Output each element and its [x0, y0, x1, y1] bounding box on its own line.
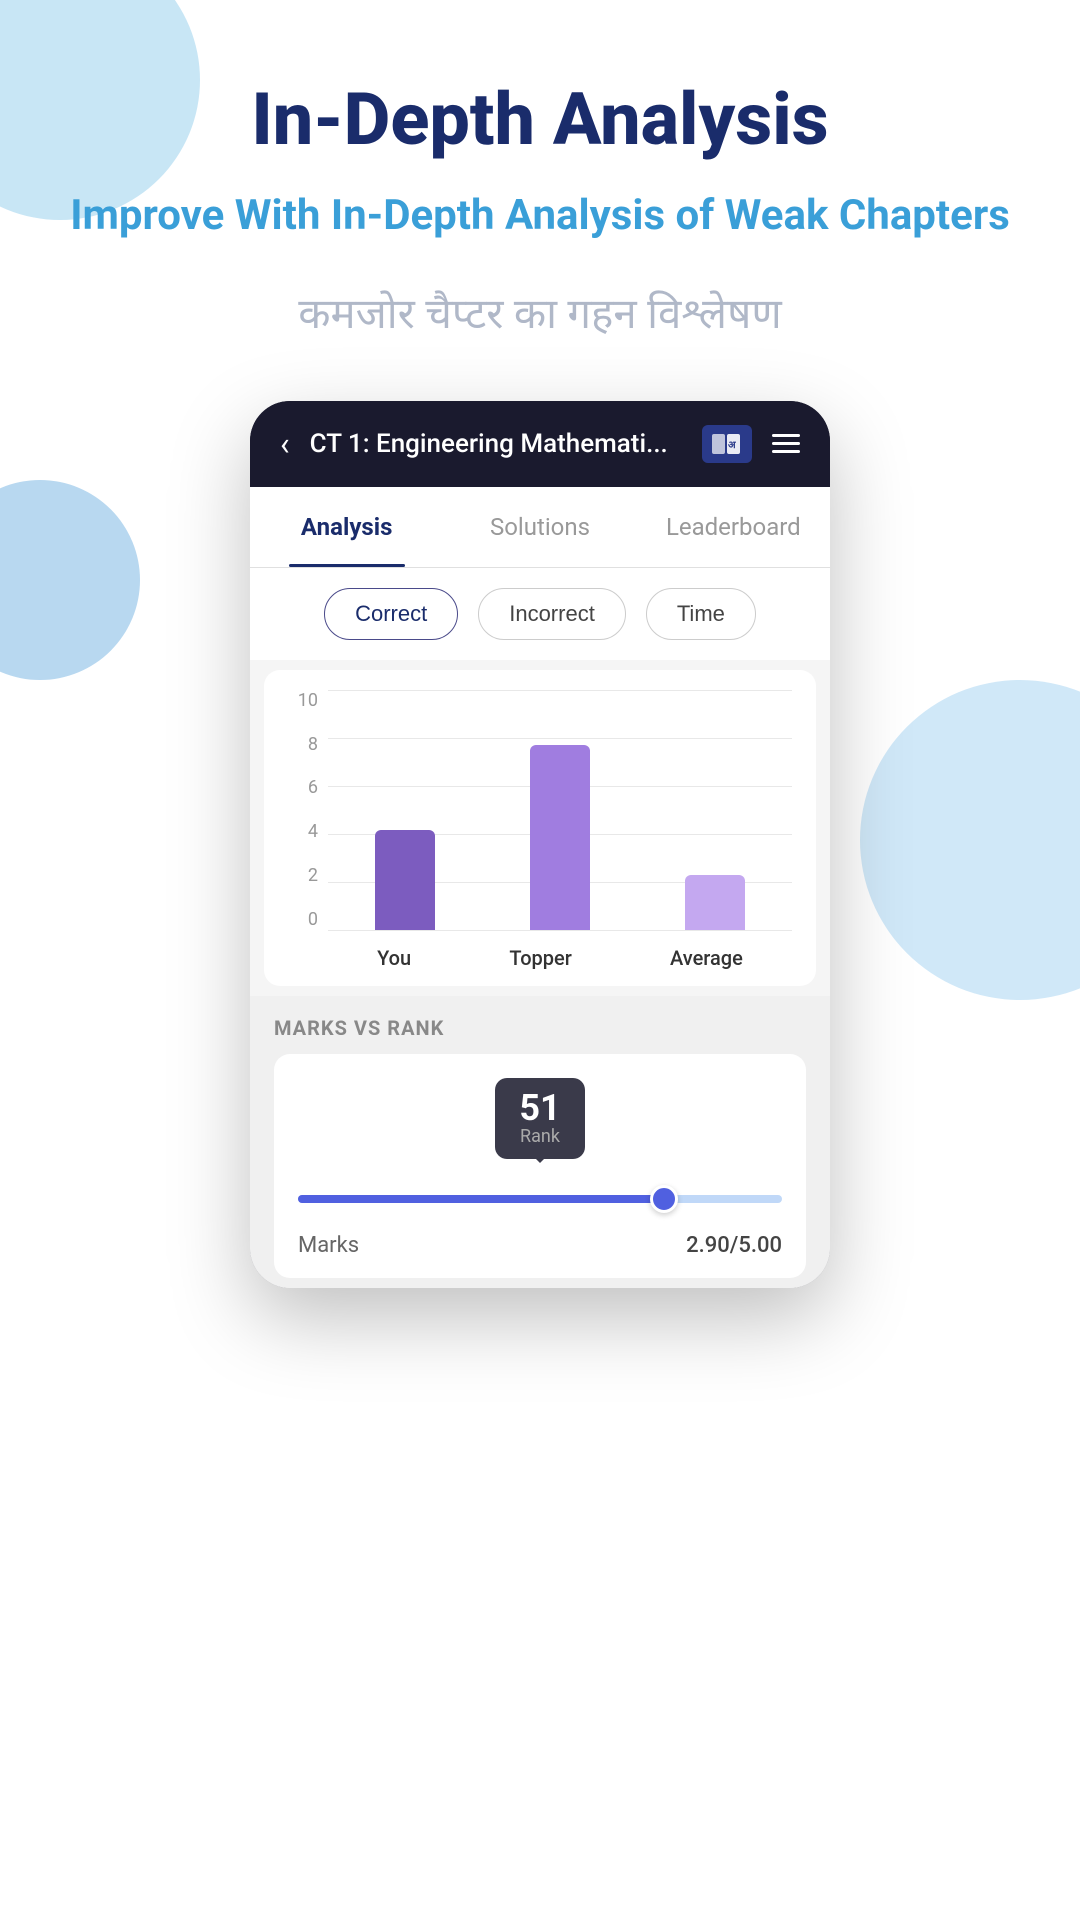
bar-group-average — [685, 875, 745, 930]
x-label-topper: Topper — [509, 946, 571, 970]
main-title: In-Depth Analysis — [251, 80, 828, 159]
x-labels: You Topper Average — [328, 946, 792, 970]
slider-wrapper — [298, 1175, 782, 1233]
slider-fill — [298, 1195, 666, 1203]
tab-leaderboard[interactable]: Leaderboard — [637, 487, 830, 567]
y-axis: 10 8 6 4 2 0 — [288, 690, 318, 930]
x-label-average: Average — [670, 946, 743, 970]
tab-analysis[interactable]: Analysis — [250, 487, 443, 567]
marks-value: 2.90/5.00 — [686, 1233, 782, 1258]
marks-rank-card: 51 Rank Marks 2.90/5.00 — [274, 1054, 806, 1278]
book-icon: अ — [702, 425, 752, 463]
marks-rank-title: MARKS VS RANK — [274, 1016, 806, 1040]
marks-rank-section: MARKS VS RANK 51 Rank — [250, 996, 830, 1288]
slider-thumb[interactable] — [650, 1185, 678, 1213]
menu-icon[interactable] — [772, 434, 800, 453]
bar-you — [375, 830, 435, 930]
bars-area — [328, 690, 792, 930]
bar-topper — [530, 745, 590, 930]
filter-incorrect[interactable]: Incorrect — [478, 588, 626, 640]
header-title: CT 1: Engineering Mathemati... — [310, 429, 682, 459]
slider-track — [298, 1195, 782, 1203]
marks-label: Marks — [298, 1233, 359, 1258]
tabs-row: Analysis Solutions Leaderboard — [250, 487, 830, 568]
phone-header: ‹ CT 1: Engineering Mathemati... अ — [250, 401, 830, 487]
marks-row: Marks 2.90/5.00 — [298, 1233, 782, 1258]
rank-tooltip: 51 Rank — [495, 1078, 584, 1159]
back-button[interactable]: ‹ — [280, 425, 290, 463]
phone-body: Analysis Solutions Leaderboard Correct I… — [250, 487, 830, 1288]
subtitle: Improve With In-Depth Analysis of Weak C… — [10, 189, 1070, 244]
rank-tooltip-wrapper: 51 Rank — [298, 1078, 782, 1159]
x-label-you: You — [377, 946, 411, 970]
filter-time[interactable]: Time — [646, 588, 756, 640]
tab-solutions[interactable]: Solutions — [443, 487, 636, 567]
phone-mockup: ‹ CT 1: Engineering Mathemati... अ Anal — [250, 401, 830, 1288]
filter-row: Correct Incorrect Time — [250, 568, 830, 660]
bar-group-you — [375, 830, 435, 930]
rank-number: 51 — [519, 1090, 560, 1126]
hindi-subtitle: कमजोर चैप्टर का गहन विश्लेषण — [298, 284, 781, 341]
chart-container: 10 8 6 4 2 0 — [264, 670, 816, 986]
bar-average — [685, 875, 745, 930]
bar-group-topper — [530, 745, 590, 930]
filter-correct[interactable]: Correct — [324, 588, 458, 640]
rank-label: Rank — [519, 1126, 560, 1147]
